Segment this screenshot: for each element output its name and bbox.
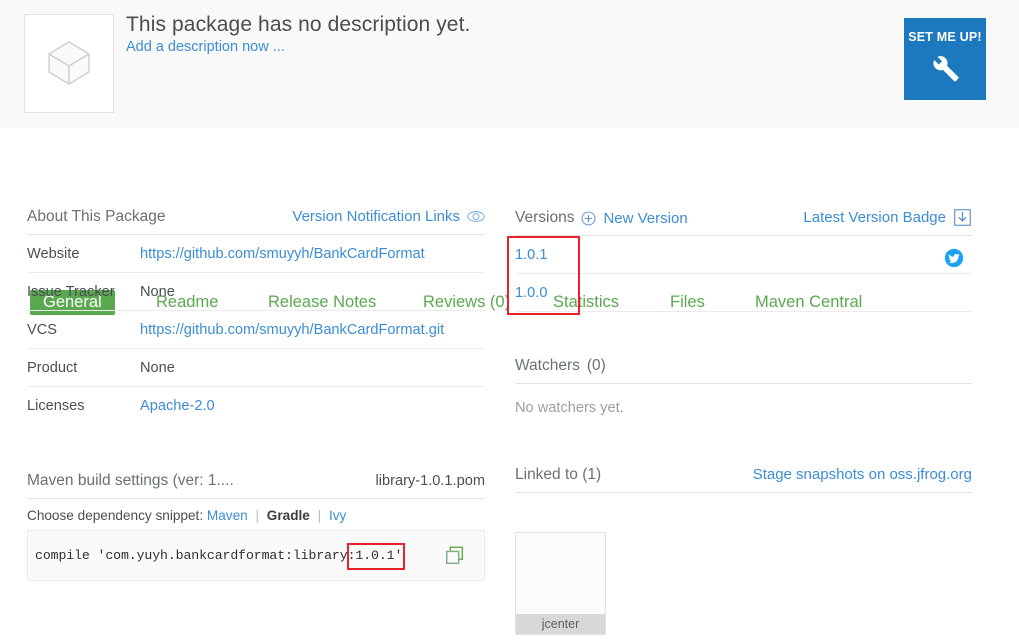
maven-build-settings-panel: Maven build settings (ver: 1.... library… <box>27 472 485 581</box>
set-me-up-label: SET ME UP! <box>908 30 982 44</box>
package-thumbnail <box>24 14 114 113</box>
new-version-link[interactable]: New Version <box>603 210 687 227</box>
linked-to-section-header: Linked to (1) Stage snapshots on oss.jfr… <box>515 466 972 493</box>
about-value: None <box>140 284 175 300</box>
linked-to-heading: Linked to (1) <box>515 466 602 483</box>
about-row-website: Website https://github.com/smuyyh/BankCa… <box>27 235 485 273</box>
about-value-link[interactable]: Apache-2.0 <box>140 398 215 414</box>
about-row-licenses: Licenses Apache-2.0 <box>27 387 485 424</box>
snippet-separator: | <box>317 508 322 523</box>
twitter-icon[interactable] <box>944 248 964 268</box>
circle-plus-icon[interactable] <box>581 211 596 226</box>
snippet-version-highlight: :1.0.1' <box>347 548 403 563</box>
copy-icon[interactable] <box>444 545 466 567</box>
snippet-option-ivy[interactable]: Ivy <box>329 508 346 523</box>
about-value-link[interactable]: https://github.com/smuyyh/BankCardFormat… <box>140 322 444 338</box>
version-label: 1.0.0 <box>515 285 548 301</box>
watchers-count: (0) <box>586 357 606 374</box>
page-title: This package has no description yet. <box>126 13 471 36</box>
download-badge-icon[interactable] <box>953 208 972 227</box>
watchers-heading: Watchers <box>515 357 580 374</box>
version-notification-links[interactable]: Version Notification Links <box>292 208 460 225</box>
right-column: Versions New Version Latest Version Badg… <box>507 208 972 493</box>
package-cube-icon <box>48 40 90 85</box>
choose-label: Choose dependency snippet: <box>27 508 204 523</box>
about-row-vcs: VCS https://github.com/smuyyh/BankCardFo… <box>27 311 485 349</box>
pom-file-name: library-1.0.1.pom <box>375 473 486 489</box>
latest-version-badge-link[interactable]: Latest Version Badge <box>803 209 946 226</box>
maven-build-settings-header: Maven build settings (ver: 1.... library… <box>27 472 485 499</box>
snippet-prefix-text: compile 'com.yuyh.bankcardformat:library <box>35 548 348 563</box>
version-label: 1.0.1 <box>515 247 548 263</box>
about-row-product: Product None <box>27 349 485 387</box>
about-row-issue-tracker: Issue Tracker None <box>27 273 485 311</box>
linked-repository-label: jcenter <box>516 614 605 634</box>
about-key: Website <box>27 246 80 262</box>
about-key: Issue Tracker <box>27 284 115 300</box>
about-this-package-panel: About This Package Version Notification … <box>27 208 485 424</box>
snippet-option-maven[interactable]: Maven <box>207 508 248 523</box>
tab-bar: General Readme Release Notes Reviews (0)… <box>0 128 1019 315</box>
about-heading: About This Package <box>27 208 166 225</box>
watchers-empty-text: No watchers yet. <box>515 400 624 416</box>
about-key: Licenses <box>27 398 85 414</box>
about-key: Product <box>27 360 78 376</box>
about-section-header: About This Package Version Notification … <box>27 208 485 235</box>
page-header: This package has no description yet. Add… <box>0 0 1019 128</box>
dependency-snippet-chooser: Choose dependency snippet: Maven | Gradl… <box>27 499 485 530</box>
versions-heading: Versions <box>515 209 575 226</box>
add-description-link[interactable]: Add a description now ... <box>126 39 285 55</box>
set-me-up-button[interactable]: SET ME UP! <box>904 18 986 100</box>
watchers-section-header: Watchers (0) <box>515 357 972 384</box>
version-row[interactable]: 1.0.1 <box>515 236 972 274</box>
about-value-link[interactable]: https://github.com/smuyyh/BankCardFormat <box>140 246 425 262</box>
snippet-option-gradle[interactable]: Gradle <box>267 508 310 523</box>
eye-icon[interactable] <box>467 210 485 223</box>
dependency-snippet-box[interactable]: compile 'com.yuyh.bankcardformat:library… <box>27 530 485 581</box>
linked-repository-card[interactable]: jcenter <box>515 532 606 635</box>
snippet-separator: | <box>255 508 260 523</box>
version-row[interactable]: 1.0.0 <box>515 274 972 312</box>
versions-section-header: Versions New Version Latest Version Badg… <box>515 208 972 236</box>
about-value: None <box>140 360 175 376</box>
wrench-icon <box>933 56 959 82</box>
stage-snapshots-link[interactable]: Stage snapshots on oss.jfrog.org <box>753 466 972 483</box>
maven-build-settings-heading: Maven build settings (ver: 1.... <box>27 472 234 489</box>
about-key: VCS <box>27 322 58 338</box>
